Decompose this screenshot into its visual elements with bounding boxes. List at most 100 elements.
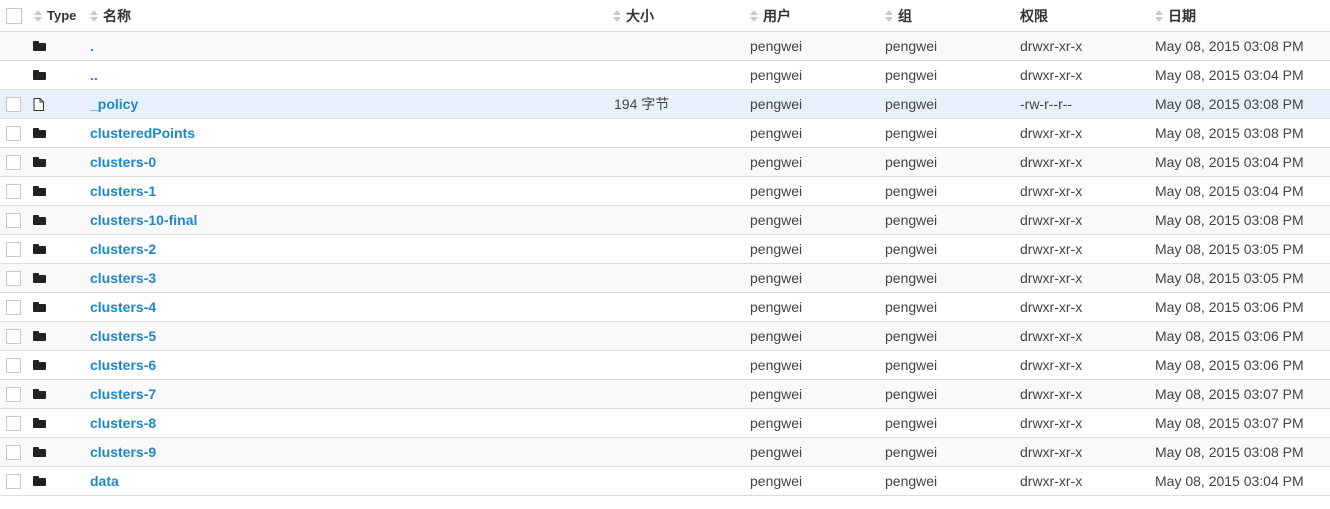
file-name-link[interactable]: clusters-0 [90,154,156,170]
file-size [614,409,734,437]
file-browser-table: Type 名称 大小 用户 组 权限 日期 . pengwei pengwei … [0,0,1330,496]
sort-by-user[interactable]: 用户 [750,6,791,26]
table-row[interactable]: clusters-5 pengwei pengwei drwxr-xr-x May 08… [0,322,1330,351]
sort-by-group[interactable]: 组 [885,6,912,26]
file-size: 194 字节 [614,96,670,112]
file-size [614,322,734,350]
row-checkbox[interactable] [6,328,21,344]
file-permission: drwxr-xr-x [1020,299,1083,315]
file-user: pengwei [750,473,803,489]
file-group: pengwei [885,154,938,170]
file-name-link[interactable]: .. [90,67,98,83]
sort-icon [1155,9,1164,23]
table-row[interactable]: clusters-7 pengwei pengwei drwxr-xr-x May 08… [0,380,1330,409]
file-name-link[interactable]: clusters-2 [90,241,156,257]
file-name-link[interactable]: _policy [90,96,138,112]
row-checkbox[interactable] [6,473,21,489]
row-checkbox[interactable] [6,357,21,373]
file-user: pengwei [750,154,803,170]
row-checkbox[interactable] [6,270,21,286]
file-date: May 08, 2015 03:04 PM [1155,67,1304,83]
folder-icon [33,186,46,196]
table-row[interactable]: clusters-3 pengwei pengwei drwxr-xr-x May 08… [0,264,1330,293]
file-size [614,61,734,89]
file-permission: drwxr-xr-x [1020,183,1083,199]
row-checkbox[interactable] [6,125,21,141]
row-checkbox[interactable] [6,212,21,228]
file-user: pengwei [750,38,803,54]
row-checkbox[interactable] [6,415,21,431]
sort-by-size[interactable]: 大小 [613,6,654,26]
table-row[interactable]: . pengwei pengwei drwxr-xr-x May 08, 2015 03… [0,32,1330,61]
file-user: pengwei [750,183,803,199]
file-name-link[interactable]: clusteredPoints [90,125,195,141]
column-header-date: 日期 [1168,7,1196,24]
file-group: pengwei [885,241,938,257]
file-group: pengwei [885,38,938,54]
row-checkbox[interactable] [6,241,21,257]
row-checkbox[interactable] [6,386,21,402]
file-size [614,177,734,205]
table-row[interactable]: _policy 194 字节 pengwei pengwei -rw-r--r-- May… [0,90,1330,119]
file-name-link[interactable]: clusters-6 [90,357,156,373]
file-size [614,438,734,466]
row-checkbox[interactable] [6,444,21,460]
row-checkbox[interactable] [6,299,21,315]
file-group: pengwei [885,212,938,228]
select-all-checkbox[interactable] [6,7,22,24]
table-row[interactable]: clusters-10-final pengwei pengwei drwxr-xr-… [0,206,1330,235]
file-name-link[interactable]: clusters-7 [90,386,156,402]
folder-icon [33,360,46,370]
file-group: pengwei [885,444,938,460]
file-user: pengwei [750,212,803,228]
file-name-link[interactable]: clusters-4 [90,299,156,315]
file-name-link[interactable]: clusters-9 [90,444,156,460]
table-row[interactable]: clusteredPoints pengwei pengwei drwxr-xr-x M… [0,119,1330,148]
table-header: Type 名称 大小 用户 组 权限 日期 [0,0,1330,32]
row-checkbox[interactable] [6,183,21,199]
sort-by-permission[interactable]: 权限 [1020,6,1048,26]
table-row[interactable]: .. pengwei pengwei drwxr-xr-x May 08, 2015 0… [0,61,1330,90]
sort-icon [885,9,894,23]
file-permission: drwxr-xr-x [1020,125,1083,141]
file-group: pengwei [885,357,938,373]
file-user: pengwei [750,444,803,460]
file-permission: drwxr-xr-x [1020,328,1083,344]
column-header-user: 用户 [763,7,791,24]
file-name-link[interactable]: clusters-8 [90,415,156,431]
file-date: May 08, 2015 03:04 PM [1155,473,1304,489]
file-user: pengwei [750,386,803,402]
file-name-link[interactable]: clusters-5 [90,328,156,344]
file-date: May 08, 2015 03:06 PM [1155,299,1304,315]
table-row[interactable]: clusters-6 pengwei pengwei drwxr-xr-x May 08… [0,351,1330,380]
file-group: pengwei [885,386,938,402]
table-row[interactable]: clusters-1 pengwei pengwei drwxr-xr-x May 08… [0,177,1330,206]
file-name-link[interactable]: clusters-1 [90,183,156,199]
sort-by-name[interactable]: 名称 [90,6,131,26]
sort-by-type[interactable]: Type [34,8,76,23]
file-permission: drwxr-xr-x [1020,67,1083,83]
file-name-link[interactable]: . [90,38,94,54]
folder-icon [33,273,46,283]
file-name-link[interactable]: clusters-3 [90,270,156,286]
folder-icon [33,447,46,457]
sort-by-date[interactable]: 日期 [1155,6,1196,26]
file-name-link[interactable]: clusters-10-final [90,212,197,228]
row-checkbox[interactable] [6,154,21,170]
table-row[interactable]: clusters-2 pengwei pengwei drwxr-xr-x May 08… [0,235,1330,264]
folder-icon [33,418,46,428]
table-row[interactable]: clusters-0 pengwei pengwei drwxr-xr-x May 08… [0,148,1330,177]
file-permission: drwxr-xr-x [1020,386,1083,402]
table-row[interactable]: clusters-9 pengwei pengwei drwxr-xr-x May 08… [0,438,1330,467]
file-date: May 08, 2015 03:08 PM [1155,38,1304,54]
table-row[interactable]: clusters-4 pengwei pengwei drwxr-xr-x May 08… [0,293,1330,322]
file-size [614,206,734,234]
row-checkbox[interactable] [6,96,21,112]
column-header-type: Type [47,8,77,23]
file-name-link[interactable]: data [90,473,119,489]
folder-icon [33,41,46,51]
table-row[interactable]: clusters-8 pengwei pengwei drwxr-xr-x May 08… [0,409,1330,438]
table-row[interactable]: data pengwei pengwei drwxr-xr-x May 08, 2015… [0,467,1330,496]
file-user: pengwei [750,415,803,431]
file-permission: drwxr-xr-x [1020,212,1083,228]
